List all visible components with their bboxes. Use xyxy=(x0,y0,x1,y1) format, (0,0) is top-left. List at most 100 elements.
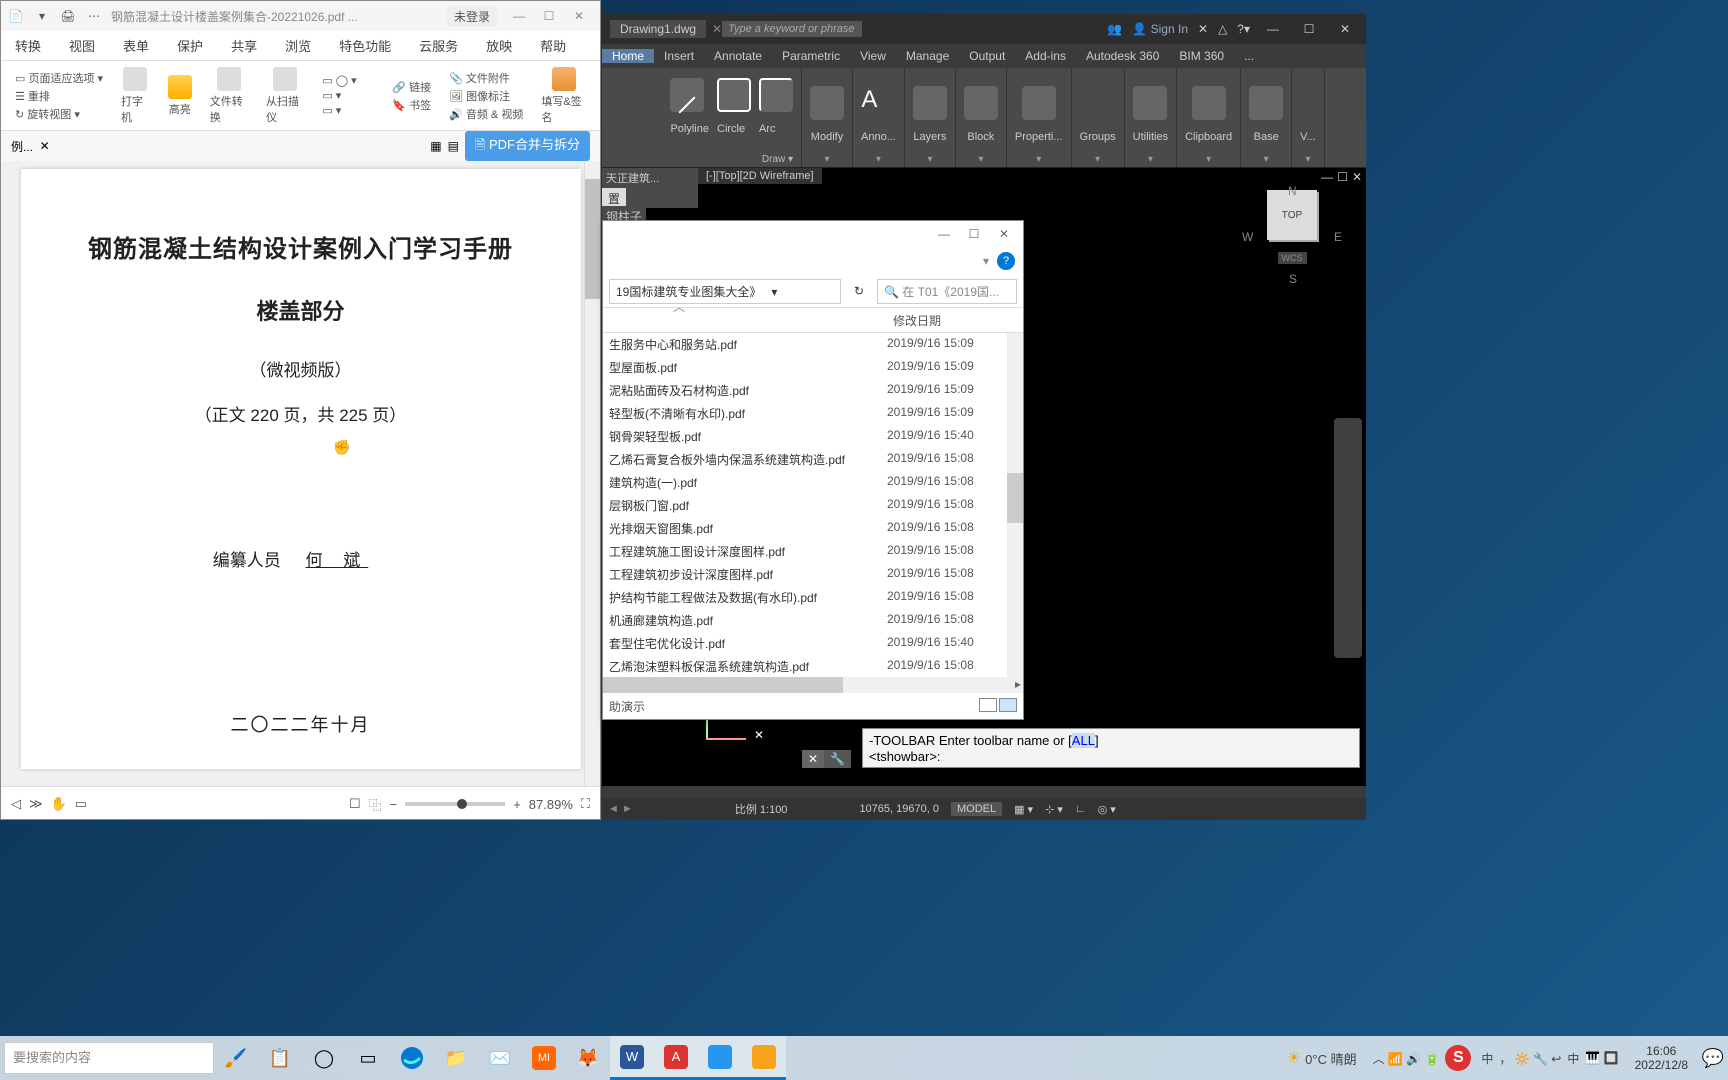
xiaomi-icon[interactable]: MI xyxy=(522,1036,566,1080)
file-row[interactable]: 生服务中心和服务站.pdf2019/9/16 15:09 xyxy=(603,333,1023,356)
vp-minimize[interactable]: — xyxy=(1321,170,1333,184)
wcs-label[interactable]: WCS xyxy=(1278,252,1307,264)
refresh-button[interactable]: ↻ xyxy=(847,284,871,298)
snap-toggle[interactable]: ⊹ ▾ xyxy=(1045,803,1063,816)
view-mode-buttons[interactable] xyxy=(977,698,1017,715)
tab-view[interactable]: View xyxy=(850,49,896,63)
help-icon[interactable]: ?▾ xyxy=(1237,22,1250,36)
file-row[interactable]: 泥粘贴面砖及石材构造.pdf2019/9/16 15:09 xyxy=(603,379,1023,402)
tab-addins[interactable]: Add-ins xyxy=(1015,49,1076,63)
close-button[interactable]: ✕ xyxy=(564,9,594,23)
zoom-in-button[interactable]: + xyxy=(513,797,521,812)
fullscreen-button[interactable]: ⛶ xyxy=(581,796,590,812)
view-mode-1[interactable]: ☐ xyxy=(349,796,361,812)
stamp-tool[interactable]: ▭ ▾ xyxy=(322,89,374,102)
pdf-titlebar[interactable]: 📄 ▾ 🖨 ⋯ 钢筋混凝土设计楼盖案例集合-20221026.pdf ... 未… xyxy=(1,1,600,31)
circle-icon[interactable] xyxy=(717,78,751,112)
exchange-icon[interactable]: ✕ xyxy=(1198,22,1208,36)
highlight-button[interactable]: 高亮 xyxy=(162,75,198,117)
properties-panel[interactable]: Properti...▾ xyxy=(1007,68,1072,167)
typewriter-button[interactable]: 打字机 xyxy=(115,67,156,125)
login-badge[interactable]: 未登录 xyxy=(446,6,498,27)
zoom-out-button[interactable]: − xyxy=(390,797,398,812)
file-row[interactable]: 型屋面板.pdf2019/9/16 15:09 xyxy=(603,356,1023,379)
clipboard-app-icon[interactable]: 📋 xyxy=(258,1036,302,1080)
dropdown-icon[interactable]: ▾ xyxy=(33,7,51,25)
file-row[interactable]: 工程建筑初步设计深度图样.pdf2019/9/16 15:08 xyxy=(603,563,1023,586)
clock[interactable]: 16:06 2022/12/8 xyxy=(1625,1044,1698,1072)
rearrange-button[interactable]: ☰ 重排 xyxy=(15,88,103,104)
drawing-tab[interactable]: Drawing1.dwg xyxy=(610,20,706,38)
menu-help[interactable]: 帮助 xyxy=(526,36,580,55)
file-row[interactable]: 乙烯石膏复合板外墙内保温系统建筑构造.pdf2019/9/16 15:08 xyxy=(603,448,1023,471)
menu-cloud[interactable]: 云服务 xyxy=(405,36,472,55)
arc-icon[interactable] xyxy=(759,78,793,112)
vp-close[interactable]: ✕ xyxy=(1352,170,1362,184)
thumbnail-icon[interactable]: ▦ xyxy=(430,139,441,153)
firefox-icon[interactable]: 🦊 xyxy=(566,1036,610,1080)
document-tab[interactable]: 例... ✕ xyxy=(11,138,50,155)
file-row[interactable]: 层钢板门窗.pdf2019/9/16 15:08 xyxy=(603,494,1023,517)
menu-slideshow[interactable]: 放映 xyxy=(472,36,526,55)
word-icon[interactable]: W xyxy=(610,1036,654,1080)
brush-app-icon[interactable]: 🖌️ xyxy=(214,1036,258,1080)
attach-button[interactable]: 📎 文件附件 xyxy=(449,70,523,86)
cmd-tool[interactable]: 🔧 xyxy=(824,750,851,768)
menu-protect[interactable]: 保护 xyxy=(163,36,217,55)
file-row[interactable]: 工程建筑施工图设计深度图样.pdf2019/9/16 15:08 xyxy=(603,540,1023,563)
tab-manage[interactable]: Manage xyxy=(896,49,959,63)
annotation-panel[interactable]: AAnno...▾ xyxy=(853,68,905,167)
file-row[interactable]: 钢骨架轻型板.pdf2019/9/16 15:40 xyxy=(603,425,1023,448)
ime-sogou-icon[interactable]: S xyxy=(1445,1045,1471,1071)
model-tab[interactable]: ◄ ► xyxy=(608,803,633,815)
ex-close[interactable]: ✕ xyxy=(989,227,1019,241)
viewcube[interactable]: N S W E TOP WCS xyxy=(1242,184,1342,314)
navigation-bar[interactable] xyxy=(1334,418,1362,658)
file-row[interactable]: 机通廊建筑构造.pdf2019/9/16 15:08 xyxy=(603,609,1023,632)
prev-page-button[interactable]: ◁ xyxy=(11,796,21,812)
modify-panel[interactable]: Modify▾ xyxy=(802,68,853,167)
rotate-button[interactable]: ↻ 旋转视图 ▾ xyxy=(15,106,103,122)
cmd-close[interactable]: ✕ xyxy=(802,750,824,768)
menu-view[interactable]: 视图 xyxy=(55,36,109,55)
cortana-icon[interactable]: ◯ xyxy=(302,1036,346,1080)
print-icon[interactable]: 🖨 xyxy=(59,7,77,25)
menu-special[interactable]: 特色功能 xyxy=(325,36,405,55)
view-dropdown-icon[interactable]: ▾ xyxy=(983,254,989,268)
acad-search[interactable]: Type a keyword or phrase xyxy=(722,21,862,37)
base-panel[interactable]: Base▾ xyxy=(1241,68,1292,167)
zoom-control[interactable]: ☐ ⿻ − + 87.89% ⛶ xyxy=(349,795,590,814)
ortho-toggle[interactable]: ∟ xyxy=(1075,803,1086,815)
utilities-panel[interactable]: Utilities▾ xyxy=(1125,68,1177,167)
acad-titlebar[interactable]: Drawing1.dwg ✕ Type a keyword or phrase … xyxy=(602,14,1366,44)
ex-minimize[interactable]: — xyxy=(929,227,959,241)
weather-widget[interactable]: 0°C 晴朗 xyxy=(1277,1048,1367,1068)
vp-maximize[interactable]: ☐ xyxy=(1337,170,1348,184)
sign-button[interactable]: 填写&签名 xyxy=(535,67,592,125)
explorer-search[interactable]: 🔍 在 T01《2019国... xyxy=(877,279,1017,304)
file-row[interactable]: 光排烟天窗图集.pdf2019/9/16 15:08 xyxy=(603,517,1023,540)
menu-convert[interactable]: 转换 xyxy=(1,36,55,55)
minimize-button[interactable]: — xyxy=(504,9,534,23)
viewport-label[interactable]: [-][Top][2D Wireframe] xyxy=(698,168,822,184)
grid-toggle[interactable]: ▦ ▾ xyxy=(1014,803,1033,816)
pdf-app-icon[interactable] xyxy=(742,1036,786,1080)
next-page-button[interactable]: ≫ xyxy=(29,796,43,812)
file-list[interactable]: 生服务中心和服务站.pdf2019/9/16 15:09型屋面板.pdf2019… xyxy=(603,333,1023,677)
file-row[interactable]: 乙烯泡沫塑料板保温系统建筑构造.pdf2019/9/16 15:08 xyxy=(603,655,1023,677)
tab-insert[interactable]: Insert xyxy=(654,49,704,63)
bookmark-button[interactable]: 🔖 书签 xyxy=(392,97,431,113)
shape-tools[interactable]: ▭ ◯ ▾ xyxy=(322,74,374,87)
taskbar-search[interactable]: 要搜索的内容 xyxy=(4,1042,214,1074)
menu-share[interactable]: 共享 xyxy=(217,36,271,55)
col-date[interactable]: 修改日期 xyxy=(893,312,1023,329)
link-button[interactable]: 🔗 链接 xyxy=(392,79,431,95)
line-tool[interactable]: ▭ ▾ xyxy=(322,104,374,117)
help-icon[interactable]: ? xyxy=(997,252,1015,270)
acad-close[interactable]: ✕ xyxy=(1332,22,1358,36)
more-icon[interactable]: ⋯ xyxy=(85,7,103,25)
explorer-hscrollbar[interactable]: ▸ xyxy=(603,677,1023,693)
task-view-icon[interactable]: ▭ xyxy=(346,1036,390,1080)
tab-annotate[interactable]: Annotate xyxy=(704,49,772,63)
draw-panel-label[interactable]: Draw ▾ xyxy=(762,154,793,165)
